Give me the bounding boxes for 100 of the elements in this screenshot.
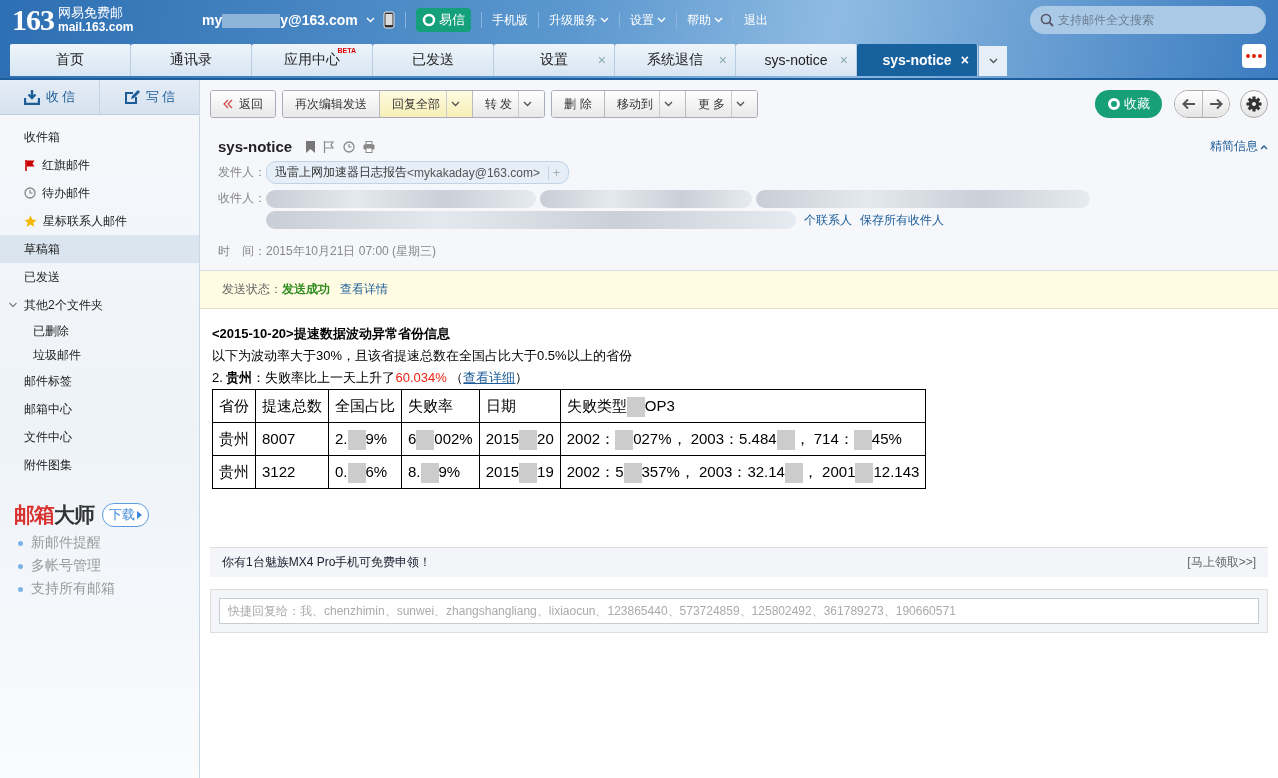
receive-button[interactable]: 收 信: [0, 80, 99, 114]
table-cell: 2002： 027%， 2003：5.484 ， 714： 45%: [560, 422, 926, 456]
column-header: 全国占比: [328, 389, 402, 423]
tab[interactable]: 系统退信 ×: [615, 44, 736, 76]
more-button[interactable]: [1242, 44, 1266, 68]
table-cell: 贵州: [212, 455, 256, 489]
folder-item[interactable]: 附件图集: [0, 451, 199, 479]
more-icon: [1246, 54, 1262, 58]
message-subject: sys-notice: [218, 138, 293, 155]
promo-text: 你有1台魅族MX4 Pro手机可免费申领！: [222, 554, 432, 571]
feature-text: 新邮件提醒: [31, 534, 101, 552]
logo-name: 网易免费邮: [58, 5, 124, 20]
redaction-block: [855, 463, 874, 483]
folder-item[interactable]: 已删除: [0, 319, 199, 343]
status-text: 发送状态：发送成功: [222, 282, 330, 296]
feature-text: 多帐号管理: [31, 557, 101, 575]
recipient-link[interactable]: 保存所有收件人: [860, 211, 944, 229]
details-link[interactable]: 查看详情: [340, 282, 388, 296]
table-cell: 2015 20: [479, 422, 561, 456]
download-icon: [23, 89, 40, 105]
folder-item[interactable]: 文件中心: [0, 423, 199, 451]
flag-icon[interactable]: [323, 140, 336, 153]
redaction-block: [416, 430, 435, 450]
toolbar-button[interactable]: 转 发: [472, 91, 545, 117]
collapse-icon[interactable]: [8, 302, 18, 308]
field-label: 收件人：: [218, 190, 266, 207]
redaction-block: [853, 430, 872, 450]
column-header: 日期: [479, 389, 561, 423]
yixin-icon: [421, 13, 436, 27]
collapse-info-link[interactable]: 精简信息: [1210, 138, 1268, 155]
settings-icon: [1246, 96, 1262, 112]
table-cell: 2. 9%: [328, 422, 402, 456]
folder-item[interactable]: 收件箱: [0, 123, 199, 151]
table-cell: 2015 19: [479, 455, 561, 489]
field-label: 时 间：: [218, 243, 266, 260]
toolbar-button[interactable]: 删 除: [552, 91, 604, 117]
recipient-link[interactable]: 个联系人: [804, 211, 852, 229]
folder-item[interactable]: 草稿箱: [0, 235, 199, 263]
folder-item[interactable]: 邮件标签: [0, 367, 199, 395]
compose-button[interactable]: 写 信: [99, 80, 199, 114]
table-cell: 贵州: [212, 422, 256, 456]
column-header: 失败类型 OP3: [560, 389, 926, 423]
column-header: 失败率: [401, 389, 480, 423]
folder-item[interactable]: 垃圾邮件: [0, 343, 199, 367]
tab[interactable]: 设置 ×: [494, 44, 615, 76]
folder-item[interactable]: 星标联系人邮件: [0, 207, 199, 235]
toolbar-button[interactable]: 回复全部: [379, 91, 472, 117]
table-cell: 6 002%: [401, 422, 480, 456]
folder-item[interactable]: 已发送: [0, 263, 199, 291]
bullet-icon: [18, 540, 23, 546]
back-icon: [223, 99, 233, 109]
claim-link[interactable]: [马上领取>>]: [1187, 554, 1256, 571]
sender-chip[interactable]: 迅雷上网加速器日志报告<mykakaday@163.com> +: [266, 161, 569, 184]
tab[interactable]: 通讯录: [131, 44, 252, 76]
redaction-block: [615, 430, 634, 450]
folder-item[interactable]: 其他2个文件夹: [0, 291, 199, 319]
email-text: 以下为波动率大于30%，且该省提速总数在全国占比大于0.5%以上的省份: [212, 347, 633, 365]
folder-item[interactable]: 红旗邮件: [0, 151, 199, 179]
star-icon: [24, 214, 37, 228]
toolbar-button[interactable]: 移动到: [603, 91, 685, 117]
folder-item[interactable]: 邮箱中心: [0, 395, 199, 423]
phone-icon[interactable]: [382, 11, 395, 29]
clock-icon[interactable]: [343, 140, 356, 153]
quick-reply-field[interactable]: 快捷回复给：我、chenzhimin、sunwei、zhangshangliang、lixiaocun、123865440、573724859、125802492、361789273、190660571: [219, 598, 1259, 624]
arrow-right-icon: [1209, 98, 1223, 110]
folder-item[interactable]: 待办邮件: [0, 179, 199, 207]
feature-text: 支持所有邮箱: [31, 580, 115, 598]
column-header: 提速总数: [255, 389, 329, 423]
redaction-block: [347, 463, 366, 483]
bookmark-icon[interactable]: [306, 140, 316, 153]
column-header: 省份: [212, 389, 256, 423]
caret-icon: [365, 17, 375, 23]
toolbar-button[interactable]: 返回: [211, 91, 275, 117]
download-button[interactable]: 下载: [102, 503, 149, 527]
tab[interactable]: sys-notice ×: [736, 44, 857, 76]
previous-button[interactable]: [1175, 91, 1202, 117]
search-field[interactable]: 支持邮件全文搜索: [1030, 6, 1266, 34]
details-link[interactable]: 查看详细: [463, 370, 516, 385]
logo-domain: mail.163.com: [58, 20, 134, 35]
redaction-block: [420, 463, 439, 483]
close-icon[interactable]: ×: [960, 52, 969, 68]
redaction-block: [626, 397, 645, 417]
table-cell: 2002：5 357%， 2003：32.14 ， 2001 12.143: [560, 455, 926, 489]
flag-icon: [24, 159, 36, 171]
redaction-block: [519, 463, 538, 483]
chevron-up-icon: [1260, 143, 1268, 150]
table-cell: 8. 9%: [401, 455, 480, 489]
tab[interactable]: 已发送: [373, 44, 494, 76]
redaction-block: [776, 430, 795, 450]
next-button[interactable]: [1202, 91, 1229, 117]
toolbar-button[interactable]: 更 多: [684, 91, 758, 117]
settings-button[interactable]: [1240, 90, 1268, 118]
arrow-left-icon: [1181, 98, 1196, 110]
toolbar-button[interactable]: 再次编辑发送: [283, 91, 379, 117]
tab[interactable]: 首页: [10, 44, 131, 76]
redaction-block: [784, 463, 803, 483]
account-name[interactable]: my y@163.com: [202, 11, 358, 29]
print-icon[interactable]: [363, 140, 376, 153]
redaction-block: [347, 430, 366, 450]
tab[interactable]: sys-notice ×: [857, 44, 978, 76]
